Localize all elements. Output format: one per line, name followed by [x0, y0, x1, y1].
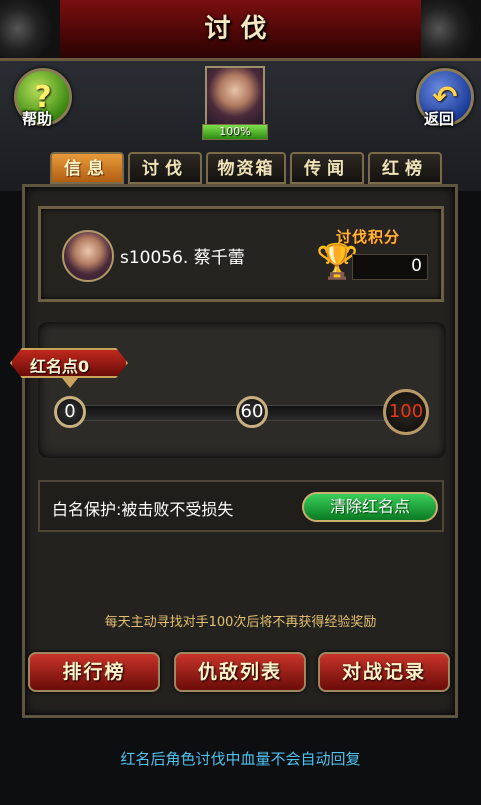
help-label: 帮助	[22, 110, 53, 128]
clear-red-points-button[interactable]: 清除红名点	[302, 492, 438, 522]
red-points-pointer	[62, 378, 78, 388]
character-portrait[interactable]	[205, 66, 265, 126]
bottom-hint: 红名后角色讨伐中血量不会自动回复	[120, 750, 361, 768]
tab-info[interactable]: 信息	[50, 152, 124, 184]
back-label: 返回	[424, 110, 455, 128]
player-name: s10056. 蔡千蕾	[120, 248, 245, 268]
tab-supply-box[interactable]: 物资箱	[206, 152, 286, 184]
tab-red-list[interactable]: 红榜	[368, 152, 442, 184]
daily-limit-hint: 每天主动寻找对手100次后将不再获得经验奖励	[104, 615, 377, 630]
battle-records-button[interactable]: 对战记录	[318, 652, 450, 692]
ranking-button[interactable]: 排行榜	[28, 652, 160, 692]
tick-100: 100	[383, 389, 429, 435]
hp-percent: 100%	[219, 125, 251, 138]
red-points-label: 红名点0	[30, 357, 90, 376]
tab-crusade[interactable]: 讨伐	[128, 152, 202, 184]
tick-0: 0	[54, 396, 86, 428]
hp-bar: 100%	[202, 124, 268, 140]
crusade-score-value: 0	[411, 256, 422, 276]
white-name-protection-text: 白名保护:被击败不受损失	[52, 500, 234, 519]
red-points-panel	[38, 322, 446, 458]
page-title: 讨伐	[204, 14, 277, 44]
tick-60: 60	[236, 396, 268, 428]
tab-rumors[interactable]: 传闻	[290, 152, 364, 184]
avatar	[62, 230, 114, 282]
enemy-list-button[interactable]: 仇敌列表	[174, 652, 306, 692]
